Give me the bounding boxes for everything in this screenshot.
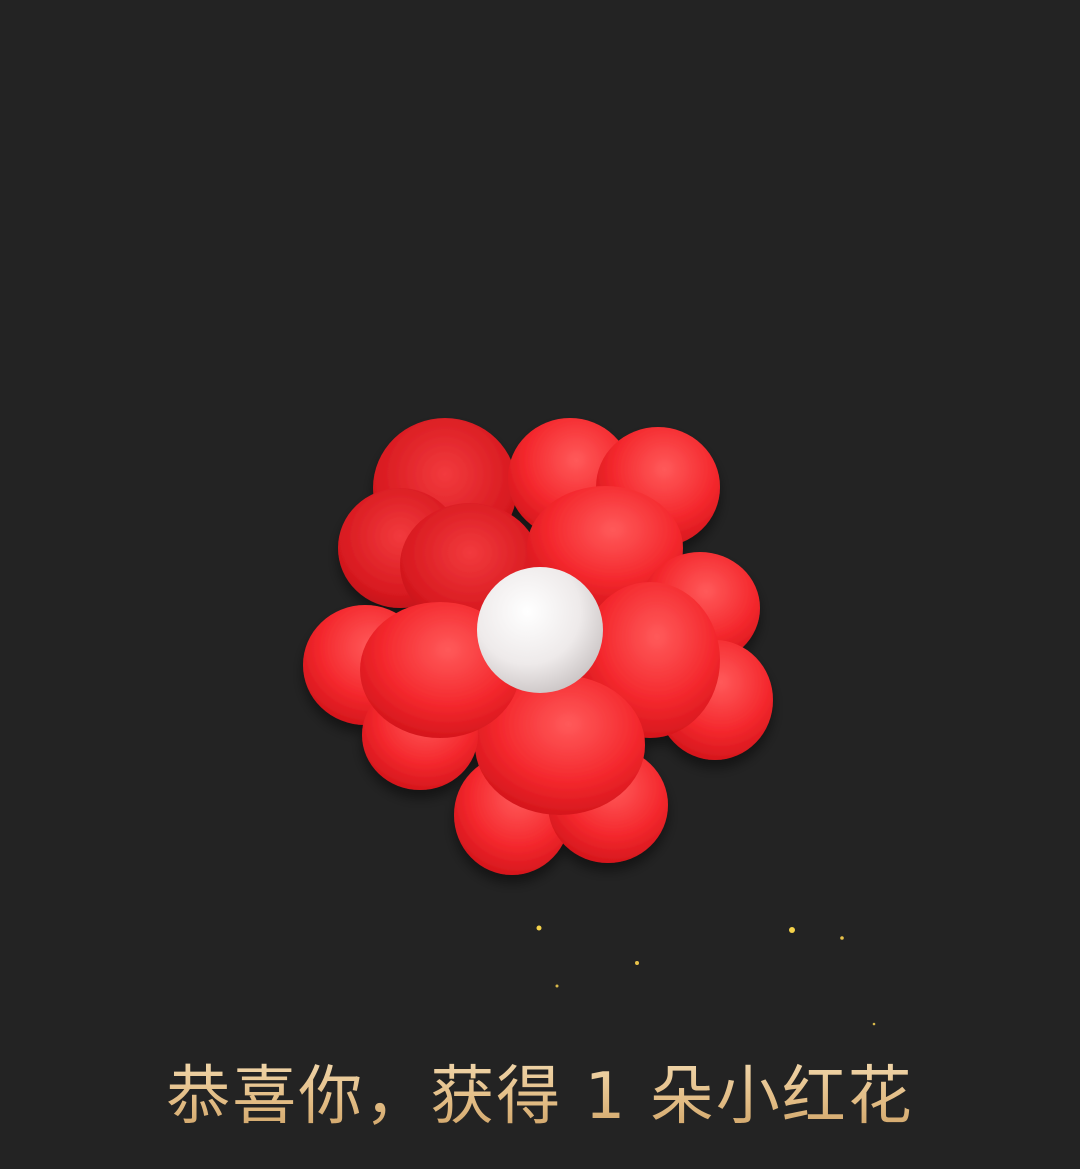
flower-center bbox=[477, 567, 603, 693]
red-flower-icon bbox=[303, 418, 773, 875]
reward-message: 恭喜你，获得 1 朵小红花 bbox=[0, 1052, 1080, 1142]
reward-overlay: 恭喜你，获得 1 朵小红花 bbox=[0, 0, 1080, 1169]
